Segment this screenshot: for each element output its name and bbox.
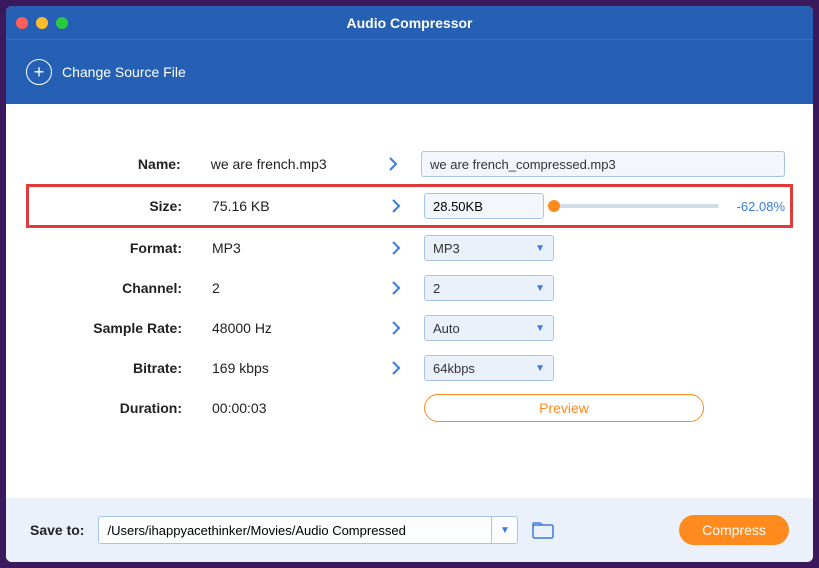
bitrate-select[interactable]: 64kbps ▼ [424,355,554,381]
row-sample-rate: Sample Rate: 48000 Hz Auto ▼ [34,308,785,348]
titlebar: Audio Compressor [6,6,813,40]
orig-bitrate: 169 kbps [194,360,382,376]
row-duration: Duration: 00:00:03 Preview [34,388,785,428]
orig-sample-rate: 48000 Hz [194,320,382,336]
orig-size: 75.16 KB [194,198,382,214]
arrow-icon [382,320,410,336]
label-bitrate: Bitrate: [34,360,194,376]
arrow-icon [382,360,410,376]
format-select[interactable]: MP3 ▼ [424,235,554,261]
save-path-input[interactable] [99,517,491,543]
row-bitrate: Bitrate: 169 kbps 64kbps ▼ [34,348,785,388]
chevron-down-icon: ▼ [535,283,545,294]
slider-thumb[interactable] [548,200,560,212]
arrow-icon [382,240,410,256]
orig-duration: 00:00:03 [194,400,382,416]
sample-rate-select[interactable]: Auto ▼ [424,315,554,341]
window-title: Audio Compressor [6,15,813,31]
content-panel: Name: we are french.mp3 Size: 75.16 KB ▲… [6,104,813,498]
open-folder-button[interactable] [532,520,554,540]
change-source-file-button[interactable]: + Change Source File [26,59,186,85]
maximize-window-button[interactable] [56,17,68,29]
label-duration: Duration: [34,400,194,416]
save-path-combo[interactable]: ▼ [98,516,518,544]
size-slider[interactable] [554,204,719,208]
chevron-down-icon: ▼ [535,323,545,334]
channel-select[interactable]: 2 ▼ [424,275,554,301]
chevron-down-icon: ▼ [535,243,545,254]
toolbar: + Change Source File [6,40,813,104]
row-size: Size: 75.16 KB ▲ ▼ -62.08% [26,184,793,228]
minimize-window-button[interactable] [36,17,48,29]
output-size-input[interactable] [425,194,544,218]
arrow-icon [382,198,410,214]
arrow-icon [379,156,407,172]
row-format: Format: MP3 MP3 ▼ [34,228,785,268]
save-path-dropdown[interactable]: ▼ [491,517,517,543]
chevron-down-icon: ▼ [535,363,545,374]
row-name: Name: we are french.mp3 [34,144,785,184]
preview-button[interactable]: Preview [424,394,704,422]
label-channel: Channel: [34,280,194,296]
plus-circle-icon: + [26,59,52,85]
row-channel: Channel: 2 2 ▼ [34,268,785,308]
orig-name: we are french.mp3 [193,156,380,172]
label-format: Format: [34,240,194,256]
output-size-stepper[interactable]: ▲ ▼ [424,193,544,219]
traffic-lights [16,17,68,29]
footer: Save to: ▼ Compress [6,498,813,562]
close-window-button[interactable] [16,17,28,29]
orig-format: MP3 [194,240,382,256]
arrow-icon [382,280,410,296]
compress-button[interactable]: Compress [679,515,789,545]
app-window: Audio Compressor + Change Source File Na… [6,6,813,562]
label-name: Name: [34,156,193,172]
output-name-input[interactable] [421,151,785,177]
save-to-label: Save to: [30,522,84,538]
orig-channel: 2 [194,280,382,296]
label-size: Size: [34,198,194,214]
size-percent: -62.08% [729,199,785,214]
change-source-label: Change Source File [62,64,186,80]
folder-icon [532,521,554,539]
label-sample-rate: Sample Rate: [34,320,194,336]
